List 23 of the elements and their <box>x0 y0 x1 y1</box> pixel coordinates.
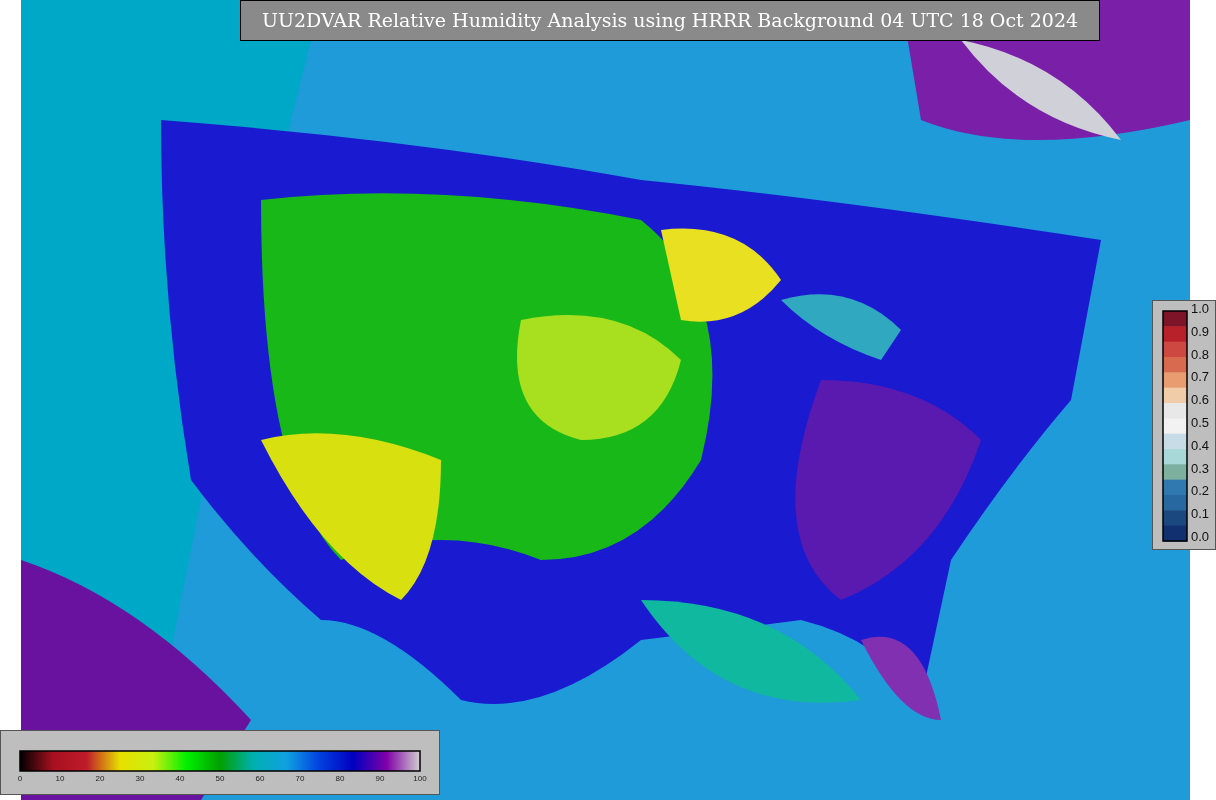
colorbar-tick-label: 30 <box>135 773 145 785</box>
colorbar-tick-label: 0.9 <box>1191 323 1210 340</box>
colorbar-tick-label: 10 <box>55 773 65 785</box>
colorbar-tick-label: 0.8 <box>1191 346 1210 363</box>
colorbar-tick-label: 40 <box>175 773 185 785</box>
colorbar-tick-label: 0.0 <box>1191 528 1210 545</box>
colorbar-tick-label: 50 <box>215 773 225 785</box>
colorbar-tick-label: 0 <box>17 773 23 785</box>
colorbar-tick-label: 0.7 <box>1191 369 1210 386</box>
colorbar-tick-label: 1.0 <box>1191 301 1210 317</box>
colorbar-tick-label: 100 <box>413 773 427 785</box>
map-title: UU2DVAR Relative Humidity Analysis using HRRR Background 04 UTC 18 Oct 2024 <box>261 8 1079 34</box>
colorbar-tick-label: 0.3 <box>1191 460 1210 477</box>
colorbar-tick-label: 70 <box>295 773 305 785</box>
colorbar-tick-label: 0.5 <box>1191 415 1210 431</box>
colorbar-tick-label: 0.4 <box>1191 437 1210 454</box>
colorbar-tick-label: 60 <box>255 773 265 785</box>
colorbar-tick-label: 20 <box>95 773 105 785</box>
colorbar-tick-label: 0.1 <box>1191 506 1210 523</box>
colorbar-tick-label: 90 <box>375 773 385 785</box>
colorbar-tick-label: 0.6 <box>1191 392 1210 409</box>
colorbar-tick-label: 0.2 <box>1191 483 1210 500</box>
colorbar-tick-label: 80 <box>335 773 345 785</box>
